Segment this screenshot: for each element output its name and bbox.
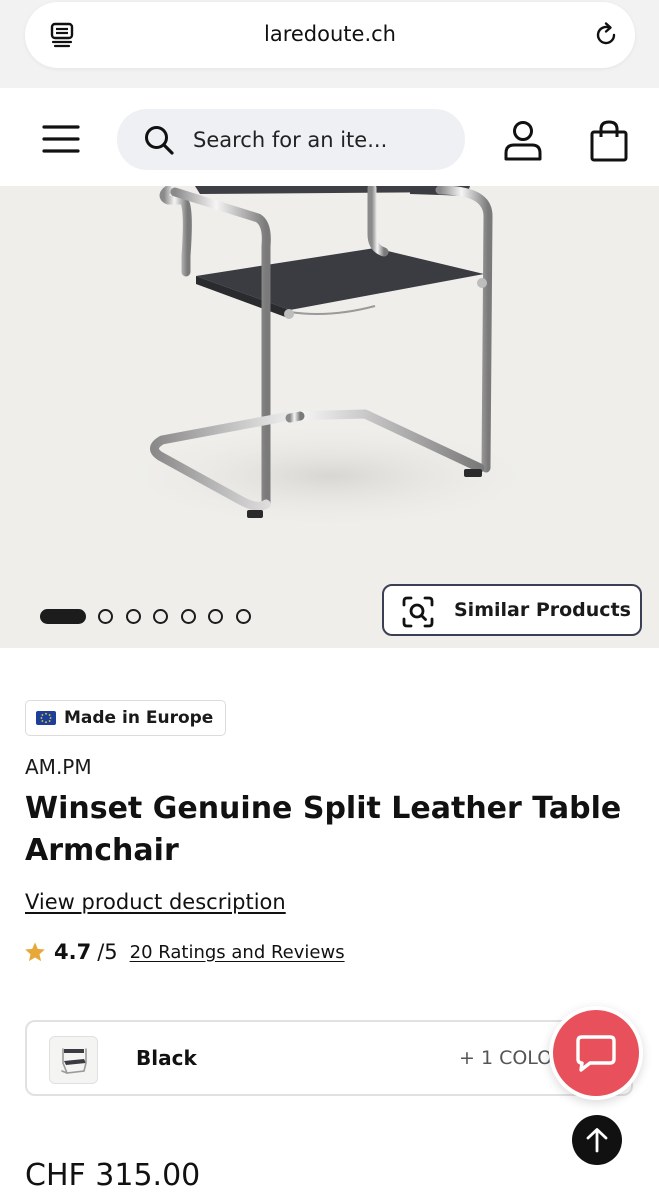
eu-flag-icon — [36, 711, 56, 725]
product-title: Winset Genuine Split Leather Table Armch… — [25, 791, 622, 868]
rating-max: /5 — [97, 940, 118, 964]
site-header: Search for an ite... — [0, 88, 659, 186]
carousel-dot[interactable] — [153, 608, 168, 624]
product-brand[interactable]: AM.PM — [25, 755, 92, 779]
product-image-gallery[interactable]: Similar Products — [0, 186, 659, 648]
carousel-dot[interactable] — [98, 608, 113, 624]
user-icon[interactable] — [502, 120, 544, 162]
made-in-europe-badge: Made in Europe — [25, 700, 227, 736]
carousel-dot-active[interactable] — [40, 608, 86, 624]
chat-bubble-icon — [576, 1035, 616, 1072]
carousel-dot[interactable] — [125, 608, 141, 624]
url-text[interactable]: laredoute.ch — [25, 22, 635, 46]
product-price: CHF 315.00 — [25, 1158, 201, 1193]
address-bar[interactable]: laredoute.ch — [25, 2, 635, 68]
hamburger-menu-icon[interactable] — [42, 124, 80, 154]
badge-label: Made in Europe — [64, 708, 214, 728]
carousel-dots — [40, 608, 263, 624]
view-description-link[interactable]: View product description — [25, 890, 286, 914]
visual-search-icon — [402, 596, 434, 628]
scroll-to-top-button[interactable] — [572, 1115, 622, 1165]
carousel-dot[interactable] — [235, 608, 251, 624]
reload-icon[interactable] — [591, 20, 621, 50]
search-placeholder: Search for an ite... — [193, 128, 388, 152]
product-photo-armchair — [110, 186, 550, 531]
star-icon — [25, 942, 45, 962]
carousel-dot[interactable] — [208, 608, 223, 624]
arrow-up-icon — [586, 1128, 608, 1153]
color-selector[interactable]: Black + 1 COLOUR — [25, 1020, 633, 1096]
carousel-dot[interactable] — [180, 608, 196, 624]
selected-color-name: Black — [136, 1046, 197, 1070]
rating-summary: 4.7 /5 20 Ratings and Reviews — [24, 938, 345, 966]
color-swatch-thumbnail — [49, 1036, 98, 1084]
swatch-chair-image — [61, 1048, 87, 1074]
chat-button[interactable] — [549, 1006, 643, 1100]
rating-value: 4.7 — [54, 940, 92, 964]
search-icon — [145, 126, 174, 155]
similar-products-label: Similar Products — [454, 599, 631, 621]
similar-products-button[interactable]: Similar Products — [382, 584, 642, 636]
search-input[interactable]: Search for an ite... — [117, 109, 465, 170]
reviews-link[interactable]: 20 Ratings and Reviews — [130, 942, 345, 963]
browser-bar: laredoute.ch — [0, 0, 659, 88]
shopping-bag-icon[interactable] — [589, 120, 629, 162]
